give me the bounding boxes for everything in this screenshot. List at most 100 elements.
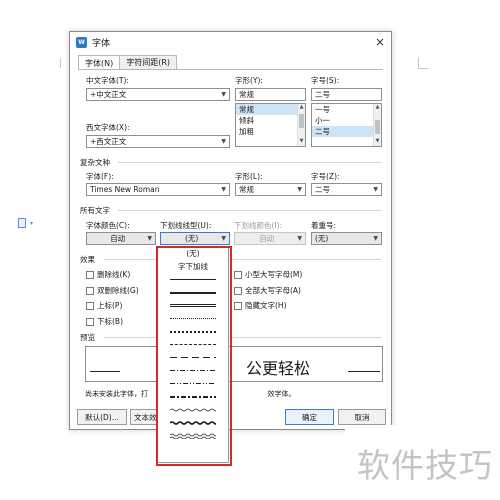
underline-option[interactable] [158, 325, 228, 338]
underline-option[interactable] [158, 299, 228, 312]
western-font-select[interactable]: +西文正文 ▼ [86, 135, 230, 148]
size-option[interactable]: 二号 [312, 126, 381, 137]
underline-dashed-sample [170, 344, 216, 345]
complex-size-select[interactable]: 二号 ▼ [311, 183, 382, 196]
size-list[interactable]: 一号 小一 二号 ▲ ▼ [311, 103, 382, 147]
scrollbar-thumb[interactable] [375, 120, 380, 134]
complex-font-select[interactable]: Times New Roman ▼ [86, 183, 230, 196]
underline-type-label: 下划线线型(U): [160, 221, 212, 230]
preview-text-right: 公更轻松 [246, 359, 311, 378]
scrollbar-thumb[interactable] [299, 114, 304, 128]
scroll-up-icon[interactable]: ▲ [374, 104, 381, 112]
style-list-scrollbar[interactable]: ▲ ▼ [297, 104, 305, 146]
underline-option-none[interactable]: (无) [158, 247, 228, 260]
all-caps-checkbox[interactable]: 全部大写字母(A) [234, 285, 301, 296]
chevron-down-icon: ▾ [30, 220, 34, 227]
close-icon[interactable]: × [375, 36, 385, 48]
style-label: 字形(Y): [235, 76, 263, 85]
underline-color-value: 自动 [259, 234, 275, 243]
small-caps-label: 小型大写字母(M) [245, 270, 303, 279]
style-list[interactable]: 常规 倾斜 加粗 ▲ ▼ [235, 103, 306, 147]
section-divider [118, 162, 381, 163]
complex-font-label: 字体(F): [86, 172, 114, 181]
chinese-font-value: +中文正文 [90, 90, 127, 99]
scroll-up-icon[interactable]: ▲ [298, 104, 305, 112]
western-font-value: +西文正文 [90, 137, 127, 146]
small-caps-checkbox[interactable]: 小型大写字母(M) [234, 269, 302, 280]
chevron-down-icon: ▼ [373, 186, 378, 193]
checkbox-box[interactable] [86, 286, 94, 295]
underline-option[interactable] [158, 351, 228, 364]
underline-wave-sample [170, 408, 216, 411]
double-strikethrough-checkbox[interactable]: 双删除线(G) [86, 285, 139, 296]
underline-type-dropdown[interactable]: (无) 字下加线 [157, 246, 229, 463]
ok-button[interactable]: 确定 [285, 409, 334, 425]
checkbox-box[interactable] [234, 286, 242, 295]
underline-dash-dot-dot-sample [170, 383, 216, 384]
chinese-font-select[interactable]: +中文正文 ▼ [86, 88, 230, 101]
strikethrough-checkbox[interactable]: 删除线(K) [86, 269, 130, 280]
checkbox-box[interactable] [234, 270, 242, 279]
underline-option[interactable] [158, 286, 228, 299]
size-list-scrollbar[interactable]: ▲ ▼ [373, 104, 381, 146]
checkbox-box[interactable] [86, 317, 94, 326]
underline-type-select[interactable]: (无) ▼ [160, 232, 230, 245]
dialog-titlebar: W 字体 × [70, 32, 391, 52]
underline-option[interactable] [158, 273, 228, 286]
underline-dotted-sample [170, 318, 216, 319]
underline-option-words-only[interactable]: 字下加线 [158, 260, 228, 273]
complex-size-label: 字号(Z): [311, 172, 340, 181]
underline-option[interactable] [158, 403, 228, 416]
chevron-down-icon: ▼ [373, 235, 378, 242]
size-option[interactable]: 一号 [312, 104, 381, 115]
underline-type-value: (无) [185, 234, 199, 243]
font-dialog: W 字体 × 字体(N) 字符间距(R) 中文字体(T): +中文正文 ▼ 字形… [69, 31, 392, 463]
size-input[interactable]: 二号 [311, 88, 382, 101]
underline-option[interactable] [158, 338, 228, 351]
complex-section-label: 复杂文种 [80, 158, 110, 167]
default-button[interactable]: 默认(D)... [77, 409, 127, 425]
subscript-checkbox[interactable]: 下标(B) [86, 316, 123, 327]
checkbox-box[interactable] [234, 301, 242, 310]
scroll-down-icon[interactable]: ▼ [298, 138, 305, 146]
document-margin-mark [418, 58, 419, 68]
hidden-text-label: 隐藏文字(H) [245, 301, 287, 310]
scroll-down-icon[interactable]: ▼ [374, 138, 381, 146]
underline-option[interactable] [158, 312, 228, 325]
dialog-tabs: 字体(N) 字符间距(R) [78, 55, 178, 70]
complex-style-select[interactable]: 常规 ▼ [235, 183, 306, 196]
font-color-select[interactable]: 自动 ▼ [86, 232, 156, 245]
chinese-font-label: 中文字体(T): [86, 76, 129, 85]
double-strikethrough-label: 双删除线(G) [97, 286, 139, 295]
tab-character-spacing[interactable]: 字符间距(R) [119, 55, 178, 69]
style-option[interactable]: 常规 [236, 104, 305, 115]
checkbox-box[interactable] [86, 270, 94, 279]
hidden-text-checkbox[interactable]: 隐藏文字(H) [234, 300, 287, 311]
section-divider [104, 337, 381, 338]
watermark-text: 软件技巧 [357, 446, 493, 485]
font-color-label: 字体颜色(C): [86, 221, 130, 230]
emphasis-select[interactable]: (无) ▼ [311, 232, 382, 245]
preview-line-right [348, 371, 380, 372]
hint-text-left: 尚未安装此字体，打 [85, 390, 148, 398]
complex-style-value: 常规 [239, 185, 254, 194]
document-margin-mark [60, 58, 61, 68]
underline-color-label: 下划线颜色(I): [234, 221, 283, 230]
style-option[interactable]: 倾斜 [236, 115, 305, 126]
chevron-down-icon: ▼ [221, 138, 226, 145]
superscript-checkbox[interactable]: 上标(P) [86, 300, 122, 311]
underline-option[interactable] [158, 377, 228, 390]
all-text-section-label: 所有文字 [80, 206, 110, 215]
underline-option[interactable] [158, 429, 228, 442]
style-option[interactable]: 加粗 [236, 126, 305, 137]
chevron-down-icon: ▼ [297, 186, 302, 193]
tab-font[interactable]: 字体(N) [78, 55, 121, 70]
cancel-button[interactable]: 取消 [338, 409, 386, 425]
underline-option[interactable] [158, 390, 228, 403]
underline-option[interactable] [158, 416, 228, 429]
checkbox-box[interactable] [86, 301, 94, 310]
complex-size-value: 二号 [315, 185, 330, 194]
size-option[interactable]: 小一 [312, 115, 381, 126]
style-input[interactable]: 常规 [235, 88, 306, 101]
underline-option[interactable] [158, 364, 228, 377]
